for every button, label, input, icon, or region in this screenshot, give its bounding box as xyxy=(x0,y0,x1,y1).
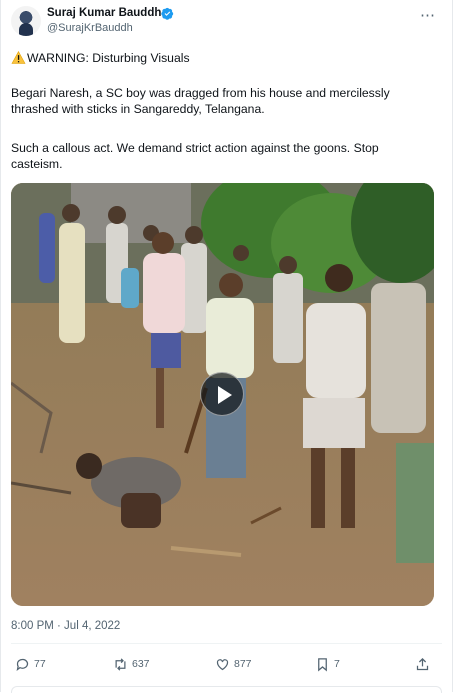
reply-icon xyxy=(16,658,29,671)
divider xyxy=(11,643,442,644)
bookmark-button[interactable]: 7 xyxy=(315,655,340,673)
bookmark-count: 7 xyxy=(334,658,340,670)
reply-count: 77 xyxy=(34,658,46,670)
avatar[interactable] xyxy=(11,6,41,36)
verified-icon xyxy=(161,7,174,20)
warning-line: WARNING: Disturbing Visuals xyxy=(11,50,190,66)
tweet-text-line: Begari Naresh, a SC boy was dragged from… xyxy=(11,86,390,100)
tweet-timestamp[interactable]: 8:00 PM · Jul 4, 2022 xyxy=(11,620,120,632)
retweet-button[interactable]: 637 xyxy=(113,655,150,673)
more-icon[interactable]: ⋯ xyxy=(420,6,436,24)
tweet-text-line: casteism. xyxy=(11,157,63,171)
play-icon[interactable] xyxy=(200,372,244,416)
bookmark-icon xyxy=(318,657,327,671)
tweet-card: Suraj Kumar Bauddh @SurajKrBauddh ⋯ WARN… xyxy=(0,0,454,693)
author-handle[interactable]: @SurajKrBauddh xyxy=(47,22,133,34)
action-bar: 77 637 877 7 xyxy=(1,655,454,673)
video-player[interactable] xyxy=(11,183,434,606)
retweet-count: 637 xyxy=(132,658,150,670)
share-button[interactable] xyxy=(415,655,430,673)
like-button[interactable]: 877 xyxy=(215,655,252,673)
retweet-icon xyxy=(115,657,126,671)
like-count: 877 xyxy=(234,658,252,670)
reply-button[interactable]: 77 xyxy=(15,655,46,673)
warning-text: WARNING: Disturbing Visuals xyxy=(27,51,190,65)
warning-icon xyxy=(11,51,26,64)
like-icon xyxy=(216,658,229,670)
tweet-text-line: thrashed with sticks in Sangareddy, Tela… xyxy=(11,102,265,116)
share-icon xyxy=(416,657,429,670)
tweet-text-line: Such a callous act. We demand strict act… xyxy=(11,141,379,155)
author-name[interactable]: Suraj Kumar Bauddh xyxy=(47,7,161,19)
